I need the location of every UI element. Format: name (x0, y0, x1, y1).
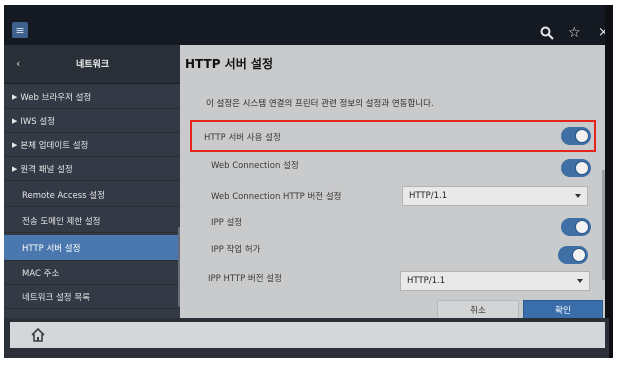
sidebar-item-label: 전송 도메인 제한 설정 (22, 216, 101, 227)
toggle-knob (575, 161, 589, 175)
sidebar-item-label: 본체 업데이트 설정 (20, 140, 89, 151)
ipp-job-allow-label: IPP 작업 허가 (211, 245, 261, 255)
sidebar-item-network-settings-list[interactable]: 네트워크 설정 목록 (4, 285, 180, 309)
sidebar-item-label: Remote Access 설정 (22, 190, 105, 201)
description-text: 이 설정은 시스템 연결의 프린터 관련 정보의 설정과 연동합니다. (206, 99, 434, 109)
sidebar-item-domain-restriction[interactable]: 전송 도메인 제한 설정 (4, 209, 180, 233)
screen-edge (605, 5, 613, 358)
panel-scrollbar[interactable] (602, 170, 605, 280)
sidebar-item-label: HTTP 서버 설정 (22, 243, 81, 254)
sidebar-item-firmware-update[interactable]: ▶ 본체 업데이트 설정 (4, 133, 180, 157)
expand-arrow-icon: ▶ (12, 140, 18, 149)
ipp-label: IPP 설정 (211, 218, 243, 228)
sidebar-header: ‹ 네트워크 (4, 45, 180, 84)
chevron-left-icon[interactable]: ‹ (16, 57, 20, 70)
sidebar-item-web-browser[interactable]: ▶ Web 브라우저 설정 (4, 85, 180, 109)
page-title: HTTP 서버 설정 (185, 57, 274, 71)
selected-value: HTTP/1.1 (409, 191, 448, 201)
settings-panel: HTTP 서버 설정 이 설정은 시스템 연결의 프린터 관련 정보의 설정과 … (180, 45, 605, 318)
sidebar-item-label: MAC 주소 (22, 268, 60, 279)
ipp-job-allow-toggle[interactable] (558, 246, 588, 264)
web-connection-http-version-select[interactable]: HTTP/1.1 (402, 186, 588, 206)
selected-value: HTTP/1.1 (407, 276, 446, 286)
home-icon[interactable] (30, 327, 46, 343)
expand-arrow-icon: ▶ (12, 116, 18, 125)
top-bar (4, 5, 609, 45)
highlight-box (190, 120, 596, 152)
chevron-down-icon (575, 194, 581, 198)
sidebar-item-label: Web 브라우저 설정 (20, 92, 92, 103)
web-connection-label: Web Connection 설정 (211, 161, 299, 171)
sidebar-item-http-server[interactable]: HTTP 서버 설정 (4, 235, 180, 261)
sidebar-item-label: 원격 패널 설정 (20, 164, 73, 175)
sidebar-item-remote-panel[interactable]: ▶ 원격 패널 설정 (4, 157, 180, 181)
sidebar-item-iws[interactable]: ▶ IWS 설정 (4, 109, 180, 133)
ipp-http-version-label: IPP HTTP 버전 설정 (208, 274, 282, 284)
web-connection-http-version-label: Web Connection HTTP 버전 설정 (211, 192, 342, 202)
sidebar: ‹ 네트워크 ▶ Web 브라우저 설정 ▶ IWS 설정 ▶ 본체 업데이트 설정 … (4, 45, 181, 318)
sidebar-item-label: 네트워크 설정 목록 (22, 292, 90, 303)
expand-arrow-icon: ▶ (12, 164, 18, 173)
sidebar-item-label: IWS 설정 (20, 116, 56, 127)
toggle-knob (572, 248, 586, 262)
star-icon[interactable]: ☆ (568, 26, 581, 40)
sidebar-item-remote-access[interactable]: Remote Access 설정 (4, 183, 180, 207)
ipp-http-version-select[interactable]: HTTP/1.1 (400, 271, 590, 291)
ipp-toggle[interactable] (561, 218, 591, 236)
chevron-down-icon (577, 279, 583, 283)
expand-arrow-icon: ▶ (12, 92, 18, 101)
web-connection-toggle[interactable] (561, 159, 591, 177)
toggle-knob (575, 220, 589, 234)
search-icon[interactable] (540, 26, 554, 43)
sidebar-title: 네트워크 (76, 60, 110, 70)
bottom-bar (10, 322, 605, 348)
sidebar-item-mac-address[interactable]: MAC 주소 (4, 261, 180, 285)
hamburger-icon[interactable]: ≡ (12, 22, 28, 38)
